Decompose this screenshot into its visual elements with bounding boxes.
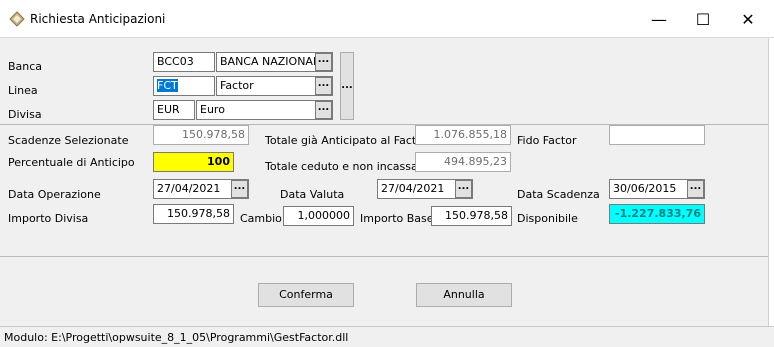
- disponibile-label: Disponibile: [517, 212, 578, 225]
- totale-anticipato-label: Totale già Anticipato al Factor: [265, 134, 428, 147]
- divisa-name-field[interactable]: Euro: [196, 100, 333, 120]
- percentuale-field[interactable]: 100: [153, 152, 234, 172]
- totale-ceduto-label: Totale ceduto e non incassato: [265, 160, 429, 173]
- confirm-button[interactable]: Conferma: [258, 283, 354, 307]
- importo-base-field[interactable]: 150.978,58: [431, 206, 512, 226]
- status-text: Modulo: E:\Progetti\opwsuite_8_1_05\Prog…: [4, 331, 349, 344]
- linea-label: Linea: [8, 84, 38, 97]
- linea-code-field[interactable]: FCT: [153, 76, 215, 96]
- banca-code-field[interactable]: BCC03: [153, 52, 215, 72]
- cambio-field[interactable]: 1,000000: [283, 206, 354, 226]
- window-right-edge: [768, 38, 774, 326]
- banca-label: Banca: [8, 60, 43, 73]
- data-scadenza-calendar-button[interactable]: ...: [687, 180, 704, 198]
- cambio-label: Cambio: [240, 212, 282, 225]
- minimize-button[interactable]: —: [636, 0, 682, 38]
- maximize-button[interactable]: ☐: [680, 0, 726, 38]
- data-operazione-label: Data Operazione: [8, 188, 101, 201]
- status-bar: Modulo: E:\Progetti\opwsuite_8_1_05\Prog…: [0, 326, 774, 347]
- scadenze-label: Scadenze Selezionate: [8, 134, 129, 147]
- fido-factor-field: [609, 125, 705, 145]
- importo-base-label: Importo Base: [360, 212, 434, 225]
- app-icon: [9, 11, 25, 27]
- totale-anticipato-field: 1.076.855,18: [415, 125, 511, 145]
- window-title: Richiesta Anticipazioni: [30, 12, 166, 26]
- data-operazione-calendar-button[interactable]: ...: [231, 180, 248, 198]
- separator: [0, 256, 768, 257]
- importo-divisa-label: Importo Divisa: [8, 212, 89, 225]
- totale-ceduto-field: 494.895,23: [415, 152, 511, 172]
- fido-factor-label: Fido Factor: [517, 134, 577, 147]
- disponibile-field: -1.227.833,76: [609, 204, 705, 224]
- multi-lookup-button[interactable]: ...: [340, 52, 354, 120]
- percentuale-label: Percentuale di Anticipo: [8, 156, 135, 169]
- banca-name-text: BANCA NAZIONALE: [220, 55, 327, 68]
- divisa-code-field[interactable]: EUR: [153, 100, 195, 120]
- linea-lookup-button[interactable]: ...: [315, 77, 332, 95]
- divisa-lookup-button[interactable]: ...: [315, 101, 332, 119]
- cancel-button[interactable]: Annulla: [416, 283, 512, 307]
- banca-lookup-button[interactable]: ...: [315, 53, 332, 71]
- title-bar: Richiesta Anticipazioni — ☐ ✕: [0, 0, 774, 38]
- close-button[interactable]: ✕: [725, 0, 771, 38]
- data-valuta-label: Data Valuta: [280, 188, 345, 201]
- data-valuta-calendar-button[interactable]: ...: [455, 180, 472, 198]
- divisa-label: Divisa: [8, 108, 42, 121]
- linea-code-text: FCT: [157, 79, 178, 92]
- scadenze-field: 150.978,58: [153, 125, 249, 145]
- importo-divisa-field[interactable]: 150.978,58: [153, 204, 234, 224]
- data-scadenza-label: Data Scadenza: [517, 188, 600, 201]
